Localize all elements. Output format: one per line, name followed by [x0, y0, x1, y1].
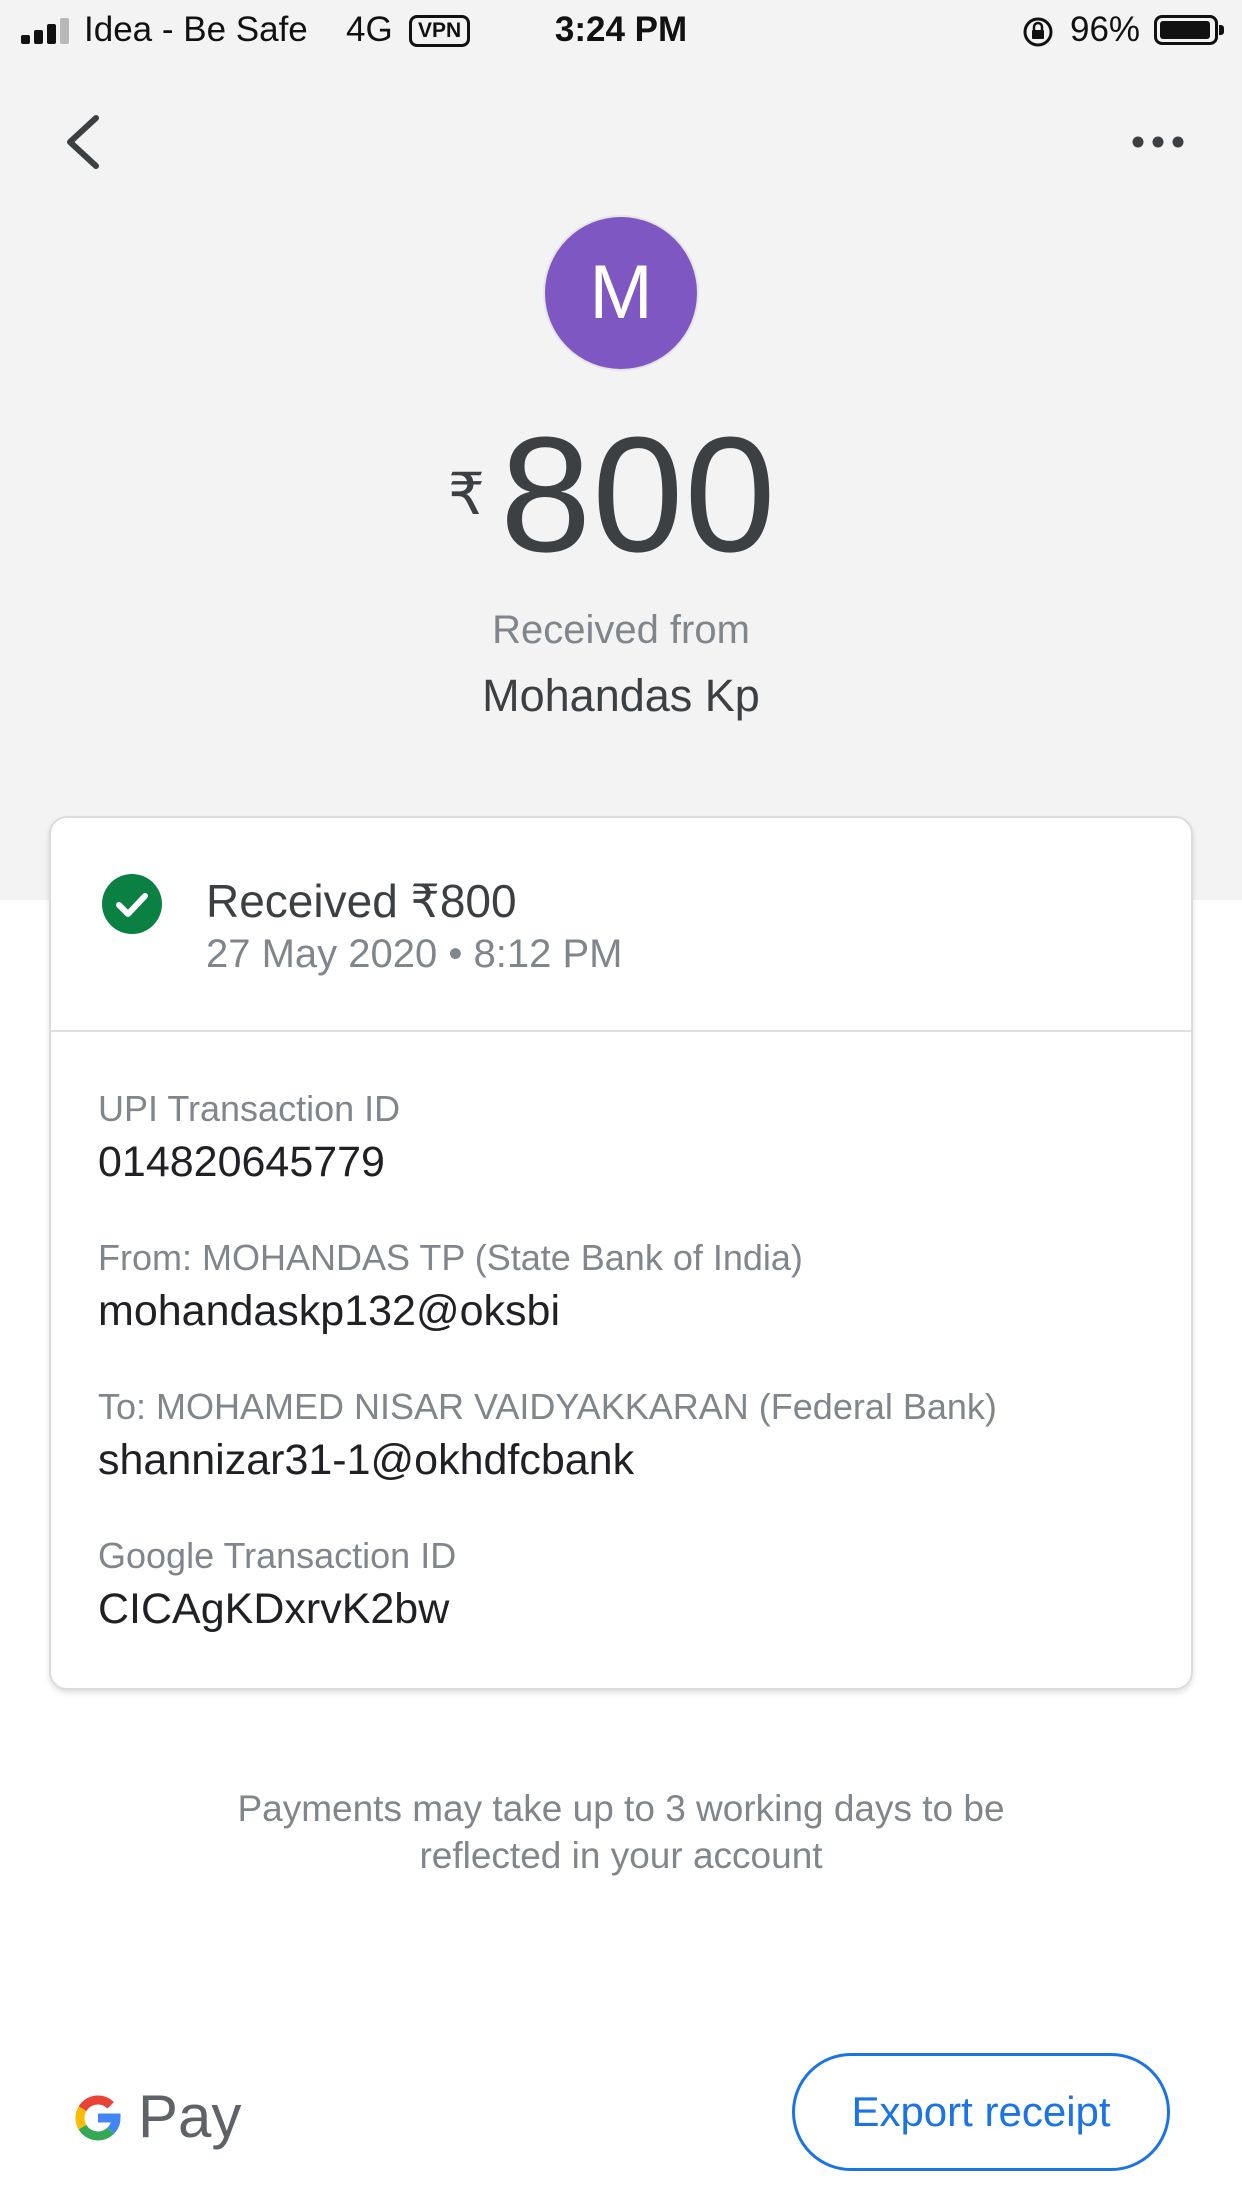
lock-rotation-icon [1023, 17, 1053, 47]
battery-percentage: 96% [1070, 10, 1141, 49]
status-time: 3:24 PM [554, 10, 688, 49]
from-label: From: MOHANDAS TP (State Bank of India) [98, 1237, 803, 1278]
transaction-datetime: 27 May 2020 • 8:12 PM [206, 932, 623, 976]
back-arrow-icon[interactable] [56, 112, 116, 172]
from-upi-value[interactable]: mohandaskp132@oksbi [98, 1287, 560, 1336]
google-id-label: Google Transaction ID [98, 1535, 457, 1576]
check-circle-icon [102, 874, 162, 934]
payment-note-line-2: reflected in your account [419, 1835, 823, 1876]
upi-id-value[interactable]: 014820645779 [98, 1138, 385, 1187]
payment-note: Payments may take up to 3 working days t… [0, 1785, 1242, 1879]
google-pay-logo: Pay [70, 2082, 242, 2152]
transaction-status: Received ₹800 [206, 875, 517, 927]
more-options-icon[interactable] [1128, 122, 1188, 162]
payment-note-line-1: Payments may take up to 3 working days t… [237, 1788, 1005, 1829]
google-pay-text: Pay [138, 2083, 242, 2150]
received-from-label: Received from [492, 608, 750, 652]
sender-name: Mohandas Kp [482, 670, 760, 721]
upi-id-label: UPI Transaction ID [98, 1088, 401, 1129]
to-upi-value[interactable]: shannizar31-1@okhdfcbank [98, 1436, 634, 1485]
battery-icon [1154, 15, 1224, 45]
export-receipt-button[interactable]: Export receipt [792, 2053, 1170, 2171]
currency-symbol: ₹ [448, 462, 485, 527]
amount-value: 800 [500, 403, 777, 586]
status-bar: Idea - Be Safe 4G VPN 3:24 PM 96% [0, 0, 1242, 62]
card-divider [51, 1030, 1191, 1032]
google-id-value[interactable]: CICAgKDxrvK2bw [98, 1585, 449, 1634]
avatar: M [545, 217, 697, 369]
google-g-icon [75, 2095, 121, 2141]
to-label: To: MOHAMED NISAR VAIDYAKKARAN (Federal … [98, 1386, 997, 1427]
amount-display: ₹ 800 [0, 403, 1242, 586]
transaction-card: Received ₹800 27 May 2020 • 8:12 PM UPI … [49, 816, 1193, 1690]
